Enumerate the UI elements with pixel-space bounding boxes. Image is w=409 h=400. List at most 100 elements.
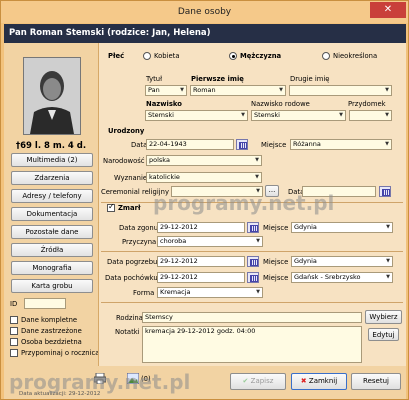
interment-date-input[interactable]: 29-12-2012 <box>157 272 245 283</box>
death-date-input[interactable]: 29-12-2012 <box>157 222 245 233</box>
death-date-label: Data zgonu <box>119 224 159 232</box>
chevron-down-icon: ▼ <box>256 238 260 244</box>
first-name-label: Pierwsze imię <box>191 75 244 83</box>
chevron-down-icon: ▼ <box>385 87 389 93</box>
title-value: Pan <box>148 86 160 94</box>
close-label: Zamknij <box>308 377 338 385</box>
cause-select[interactable]: choroba ▼ <box>157 236 263 247</box>
chevron-down-icon: ▼ <box>241 112 245 118</box>
edit-notes-button[interactable]: Edytuj <box>368 328 399 341</box>
x-icon: ✖ <box>300 377 307 385</box>
calendar-icon[interactable] <box>247 272 259 283</box>
female-label: Kobieta <box>154 52 180 60</box>
id-input[interactable] <box>24 298 66 309</box>
calendar-icon[interactable] <box>247 256 259 267</box>
childless-label: Osoba bezdzietna <box>21 338 82 346</box>
age-at-death: †69 l. 8 m. 4 d. <box>15 141 87 151</box>
nationality-select[interactable]: polska ▼ <box>146 155 262 166</box>
funeral-place-select[interactable]: Gdynia ▼ <box>291 256 393 267</box>
radio-female[interactable] <box>143 52 151 60</box>
family-name-select[interactable]: Stemski ▼ <box>251 110 346 121</box>
childless-checkbox[interactable] <box>10 338 18 346</box>
male-label: Mężczyzna <box>240 52 282 60</box>
watermark: programy.net.pl <box>9 370 191 394</box>
birth-place-select[interactable]: Różanna ▼ <box>290 139 392 150</box>
complete-label: Dane kompletne <box>21 316 78 324</box>
first-name-value: Roman <box>193 86 216 94</box>
documentation-button[interactable]: Dokumentacja <box>11 207 93 221</box>
save-label: Zapisz <box>250 377 274 385</box>
nickname-label: Przydomek <box>348 100 386 108</box>
death-place-value: Gdynia <box>294 223 317 231</box>
chevron-down-icon: ▼ <box>386 274 390 280</box>
interment-date-label: Data pochówku <box>105 274 158 282</box>
birth-place-value: Różanna <box>293 140 321 148</box>
religion-label: Wyznanie <box>114 174 148 182</box>
events-button[interactable]: Zdarzenia <box>11 171 93 185</box>
check-icon: ✔ <box>242 377 249 385</box>
id-label: ID <box>10 300 18 308</box>
second-name-label: Drugie imię <box>290 75 330 83</box>
chevron-down-icon: ▼ <box>256 289 260 295</box>
undefined-label: Nieokreślona <box>333 52 378 60</box>
died-checkbox[interactable] <box>107 202 115 212</box>
radio-male[interactable] <box>229 52 237 60</box>
interment-place-label: Miejsce <box>263 274 289 282</box>
nickname-select[interactable]: ▼ <box>349 110 392 121</box>
sex-label: Płeć <box>108 52 125 60</box>
monograph-button[interactable]: Monografia <box>11 261 93 275</box>
close-window-button[interactable]: ✕ <box>370 2 406 18</box>
divider <box>101 302 403 303</box>
birth-place-label: Miejsce <box>261 141 287 149</box>
select-family-button[interactable]: Wybierz <box>365 310 402 324</box>
sources-button[interactable]: Źródła <box>11 243 93 257</box>
nationality-value: polska <box>149 156 170 164</box>
person-photo[interactable] <box>23 57 81 135</box>
interment-place-select[interactable]: Gdańsk - Srebrzysko ▼ <box>291 272 393 283</box>
chevron-down-icon: ▼ <box>386 258 390 264</box>
person-header: Pan Roman Stemski (rodzice: Jan, Helena) <box>4 24 406 43</box>
title-select[interactable]: Pan ▼ <box>145 85 187 96</box>
divider <box>101 251 403 252</box>
religion-select[interactable]: katolickie ▼ <box>146 172 262 183</box>
grave-card-button[interactable]: Karta grobu <box>11 279 93 293</box>
chevron-down-icon: ▼ <box>386 224 390 230</box>
reset-button[interactable]: Resetuj <box>351 373 401 390</box>
other-data-button[interactable]: Pozostałe dane <box>11 225 93 239</box>
surname-select[interactable]: Stemski ▼ <box>145 110 248 121</box>
second-name-select[interactable]: ▼ <box>289 85 392 96</box>
calendar-icon[interactable] <box>379 186 391 197</box>
save-button[interactable]: ✔ Zapisz <box>230 373 286 390</box>
surname-label: Nazwisko <box>146 100 182 108</box>
calendar-icon[interactable] <box>247 222 259 233</box>
cause-value: choroba <box>160 237 187 245</box>
birth-date-input[interactable]: 22-04-1943 <box>146 139 234 150</box>
complete-checkbox[interactable] <box>10 316 18 324</box>
calendar-icon[interactable] <box>236 139 248 150</box>
family-name-value: Stemski <box>254 111 280 119</box>
interment-place-value: Gdańsk - Srebrzysko <box>294 273 361 281</box>
family-input[interactable]: Stemscy <box>142 312 362 323</box>
funeral-date-input[interactable]: 29-12-2012 <box>157 256 245 267</box>
restricted-checkbox[interactable] <box>10 327 18 335</box>
funeral-place-value: Gdynia <box>294 257 317 265</box>
addresses-button[interactable]: Adresy / telefony <box>11 189 93 203</box>
chevron-down-icon: ▼ <box>180 87 184 93</box>
notes-label: Notatki <box>115 328 140 336</box>
radio-undefined[interactable] <box>322 52 330 60</box>
notes-textarea[interactable]: kremacja 29-12-2012 godz. 04:00 <box>142 326 362 363</box>
death-place-select[interactable]: Gdynia ▼ <box>291 222 393 233</box>
window: Dane osoby ✕ Pan Roman Stemski (rodzice:… <box>0 0 409 400</box>
restricted-label: Dane zastrzeżone <box>21 327 82 335</box>
chevron-down-icon: ▼ <box>385 141 389 147</box>
first-name-select[interactable]: Roman ▼ <box>190 85 286 96</box>
birth-date-label: Data <box>131 141 148 149</box>
close-button[interactable]: ✖ Zamknij <box>291 373 347 390</box>
form-label: Forma <box>133 289 155 297</box>
portrait-image <box>24 58 80 134</box>
form-select[interactable]: Kremacja ▼ <box>157 287 263 298</box>
multimedia-button[interactable]: Multimedia (2) <box>11 153 93 167</box>
funeral-date-label: Data pogrzebu <box>107 258 158 266</box>
anniversary-checkbox[interactable] <box>10 349 18 357</box>
chevron-down-icon: ▼ <box>339 112 343 118</box>
